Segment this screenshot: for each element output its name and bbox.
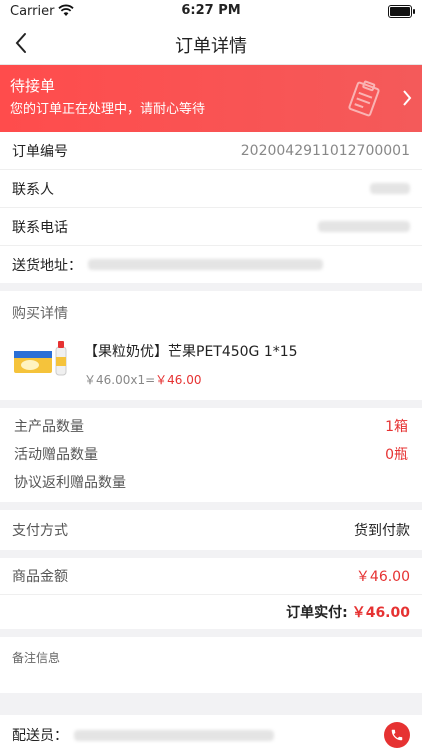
clipboard-icon bbox=[348, 80, 380, 117]
contact-value-redacted bbox=[370, 183, 410, 194]
delivery-value-redacted bbox=[74, 729, 274, 741]
main-product-qty-label: 主产品数量 bbox=[14, 419, 84, 435]
nav-bar: 订单详情 bbox=[0, 22, 422, 65]
battery-icon bbox=[388, 5, 415, 18]
product-price: ￥46.00x1=￥46.00 bbox=[84, 371, 298, 388]
delivery-row: 配送员： bbox=[0, 715, 422, 755]
payment-method-label: 支付方式 bbox=[12, 523, 68, 539]
goods-amount-row: 商品金额 ￥46.00 bbox=[0, 558, 422, 595]
paid-amount-label: 订单实付: bbox=[286, 605, 348, 621]
quantity-card: 主产品数量 1箱 活动赠品数量 0瓶 协议返利赠品数量 bbox=[0, 408, 422, 502]
status-bar: Carrier 6:27 PM bbox=[0, 0, 422, 22]
address-label: 送货地址： bbox=[12, 257, 82, 274]
order-info-card: 订单编号 2020042911012700001 联系人 联系电话 送货地址： bbox=[0, 132, 422, 283]
section-gap bbox=[0, 550, 422, 558]
gift-qty-value: 0瓶 bbox=[385, 447, 408, 463]
phone-icon bbox=[391, 729, 403, 741]
section-gap bbox=[0, 502, 422, 510]
payment-method-value: 货到付款 bbox=[354, 523, 410, 539]
section-gap bbox=[0, 400, 422, 408]
paid-amount-row: 订单实付: ￥46.00 bbox=[0, 595, 422, 629]
remark-section: 备注信息 bbox=[0, 637, 422, 693]
purchase-title: 购买详情 bbox=[12, 306, 68, 322]
order-number-value: 2020042911012700001 bbox=[240, 142, 410, 159]
product-item[interactable]: 【果粒奶优】芒果PET450G 1*15 ￥46.00x1=￥46.00 bbox=[0, 327, 422, 400]
contact-row: 联系人 bbox=[0, 170, 422, 208]
product-price-total: ￥46.00 bbox=[155, 373, 202, 387]
order-number-row: 订单编号 2020042911012700001 bbox=[0, 132, 422, 170]
phone-value-redacted bbox=[318, 221, 410, 232]
call-button[interactable] bbox=[384, 722, 410, 748]
clock: 6:27 PM bbox=[181, 3, 241, 18]
amount-card: 商品金额 ￥46.00 订单实付: ￥46.00 bbox=[0, 558, 422, 629]
phone-label: 联系电话 bbox=[12, 219, 68, 236]
main-product-qty-row: 主产品数量 1箱 bbox=[0, 412, 422, 440]
rebate-qty-row: 协议返利赠品数量 bbox=[0, 468, 422, 496]
remark-label: 备注信息 bbox=[12, 651, 61, 665]
main-product-qty-value: 1箱 bbox=[385, 419, 408, 435]
purchase-card: 购买详情 【果粒奶优】芒果PET450G 1*15 ￥46.00x1=￥46.0… bbox=[0, 291, 422, 400]
goods-amount-label: 商品金额 bbox=[12, 569, 68, 585]
section-gap bbox=[0, 283, 422, 291]
contact-label: 联系人 bbox=[12, 181, 54, 198]
order-number-label: 订单编号 bbox=[12, 143, 68, 160]
rebate-qty-label: 协议返利赠品数量 bbox=[14, 475, 126, 491]
phone-row: 联系电话 bbox=[0, 208, 422, 246]
address-row: 送货地址： bbox=[0, 246, 422, 283]
product-name: 【果粒奶优】芒果PET450G 1*15 bbox=[84, 344, 298, 360]
order-status-message: 您的订单正在处理中，请耐心等待 bbox=[10, 102, 206, 117]
page-title: 订单详情 bbox=[175, 36, 247, 57]
paid-amount-value: ￥46.00 bbox=[351, 605, 410, 621]
section-gap bbox=[0, 629, 422, 637]
order-status-banner[interactable]: 待接单 您的订单正在处理中，请耐心等待 bbox=[0, 65, 422, 132]
delivery-label: 配送员： bbox=[12, 728, 68, 744]
goods-amount-value: ￥46.00 bbox=[355, 569, 410, 585]
chevron-right-icon bbox=[403, 90, 412, 106]
product-image bbox=[14, 341, 67, 376]
gift-qty-label: 活动赠品数量 bbox=[14, 447, 98, 463]
gift-qty-row: 活动赠品数量 0瓶 bbox=[0, 440, 422, 468]
payment-method-row: 支付方式 货到付款 bbox=[0, 510, 422, 550]
section-gap bbox=[0, 693, 422, 715]
address-value-redacted bbox=[88, 259, 323, 270]
product-price-expression: ￥46.00x1= bbox=[84, 373, 156, 387]
order-status: 待接单 bbox=[10, 77, 56, 95]
